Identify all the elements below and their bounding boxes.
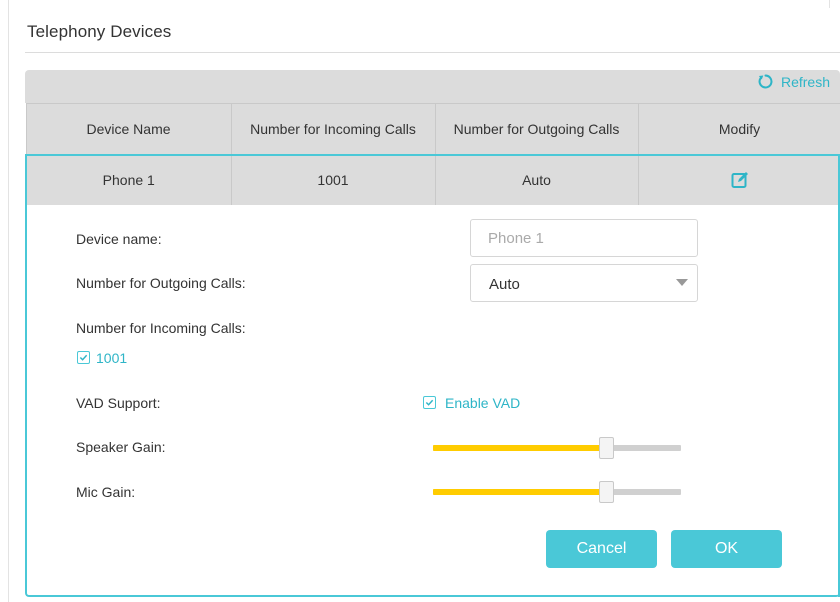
cancel-button[interactable]: Cancel bbox=[546, 530, 657, 568]
outgoing-calls-select[interactable]: Auto bbox=[470, 264, 698, 302]
ok-button[interactable]: OK bbox=[671, 530, 782, 568]
slider-fill bbox=[433, 445, 604, 451]
slider-thumb[interactable] bbox=[599, 481, 614, 503]
devices-table: Device Name Number for Incoming Calls Nu… bbox=[25, 103, 840, 206]
table-header-row: Device Name Number for Incoming Calls Nu… bbox=[25, 103, 840, 155]
mic-gain-slider[interactable] bbox=[433, 481, 681, 503]
checkmark-icon bbox=[425, 399, 434, 406]
refresh-label: Refresh bbox=[780, 73, 830, 90]
device-name-label: Device name: bbox=[76, 231, 162, 247]
column-header-incoming: Number for Incoming Calls bbox=[230, 103, 436, 155]
cell-device-name: Phone 1 bbox=[25, 153, 232, 206]
checkmark-icon bbox=[79, 354, 88, 361]
vad-support-label: VAD Support: bbox=[76, 395, 161, 411]
refresh-icon bbox=[758, 74, 773, 89]
table-row[interactable]: Phone 1 1001 Auto bbox=[25, 153, 840, 206]
cell-modify bbox=[637, 153, 840, 206]
outgoing-calls-label: Number for Outgoing Calls: bbox=[76, 275, 246, 291]
edit-icon[interactable] bbox=[730, 171, 750, 189]
speaker-gain-label: Speaker Gain: bbox=[76, 439, 166, 455]
cell-incoming: 1001 bbox=[230, 153, 436, 206]
cell-outgoing: Auto bbox=[434, 153, 639, 206]
refresh-button[interactable]: Refresh bbox=[757, 73, 830, 90]
section-title: Telephony Devices bbox=[27, 22, 172, 41]
outgoing-calls-value: Auto bbox=[489, 276, 520, 293]
table-toolbar: Refresh bbox=[25, 70, 840, 103]
column-header-modify: Modify bbox=[637, 103, 840, 155]
incoming-1001-label[interactable]: 1001 bbox=[96, 350, 127, 366]
slider-fill bbox=[433, 489, 604, 495]
chevron-down-icon bbox=[676, 279, 688, 286]
column-header-device-name: Device Name bbox=[25, 103, 232, 155]
incoming-1001-checkbox[interactable] bbox=[77, 351, 90, 364]
slider-thumb[interactable] bbox=[599, 437, 614, 459]
enable-vad-checkbox[interactable] bbox=[423, 396, 436, 409]
enable-vad-label[interactable]: Enable VAD bbox=[445, 395, 520, 411]
column-header-outgoing: Number for Outgoing Calls bbox=[434, 103, 639, 155]
frame-border-right bbox=[829, 0, 830, 8]
mic-gain-label: Mic Gain: bbox=[76, 484, 136, 500]
speaker-gain-slider[interactable] bbox=[433, 437, 681, 459]
incoming-calls-label: Number for Incoming Calls: bbox=[76, 320, 246, 336]
title-divider bbox=[25, 52, 840, 53]
device-name-input[interactable] bbox=[470, 219, 698, 257]
frame-border bbox=[8, 0, 9, 602]
